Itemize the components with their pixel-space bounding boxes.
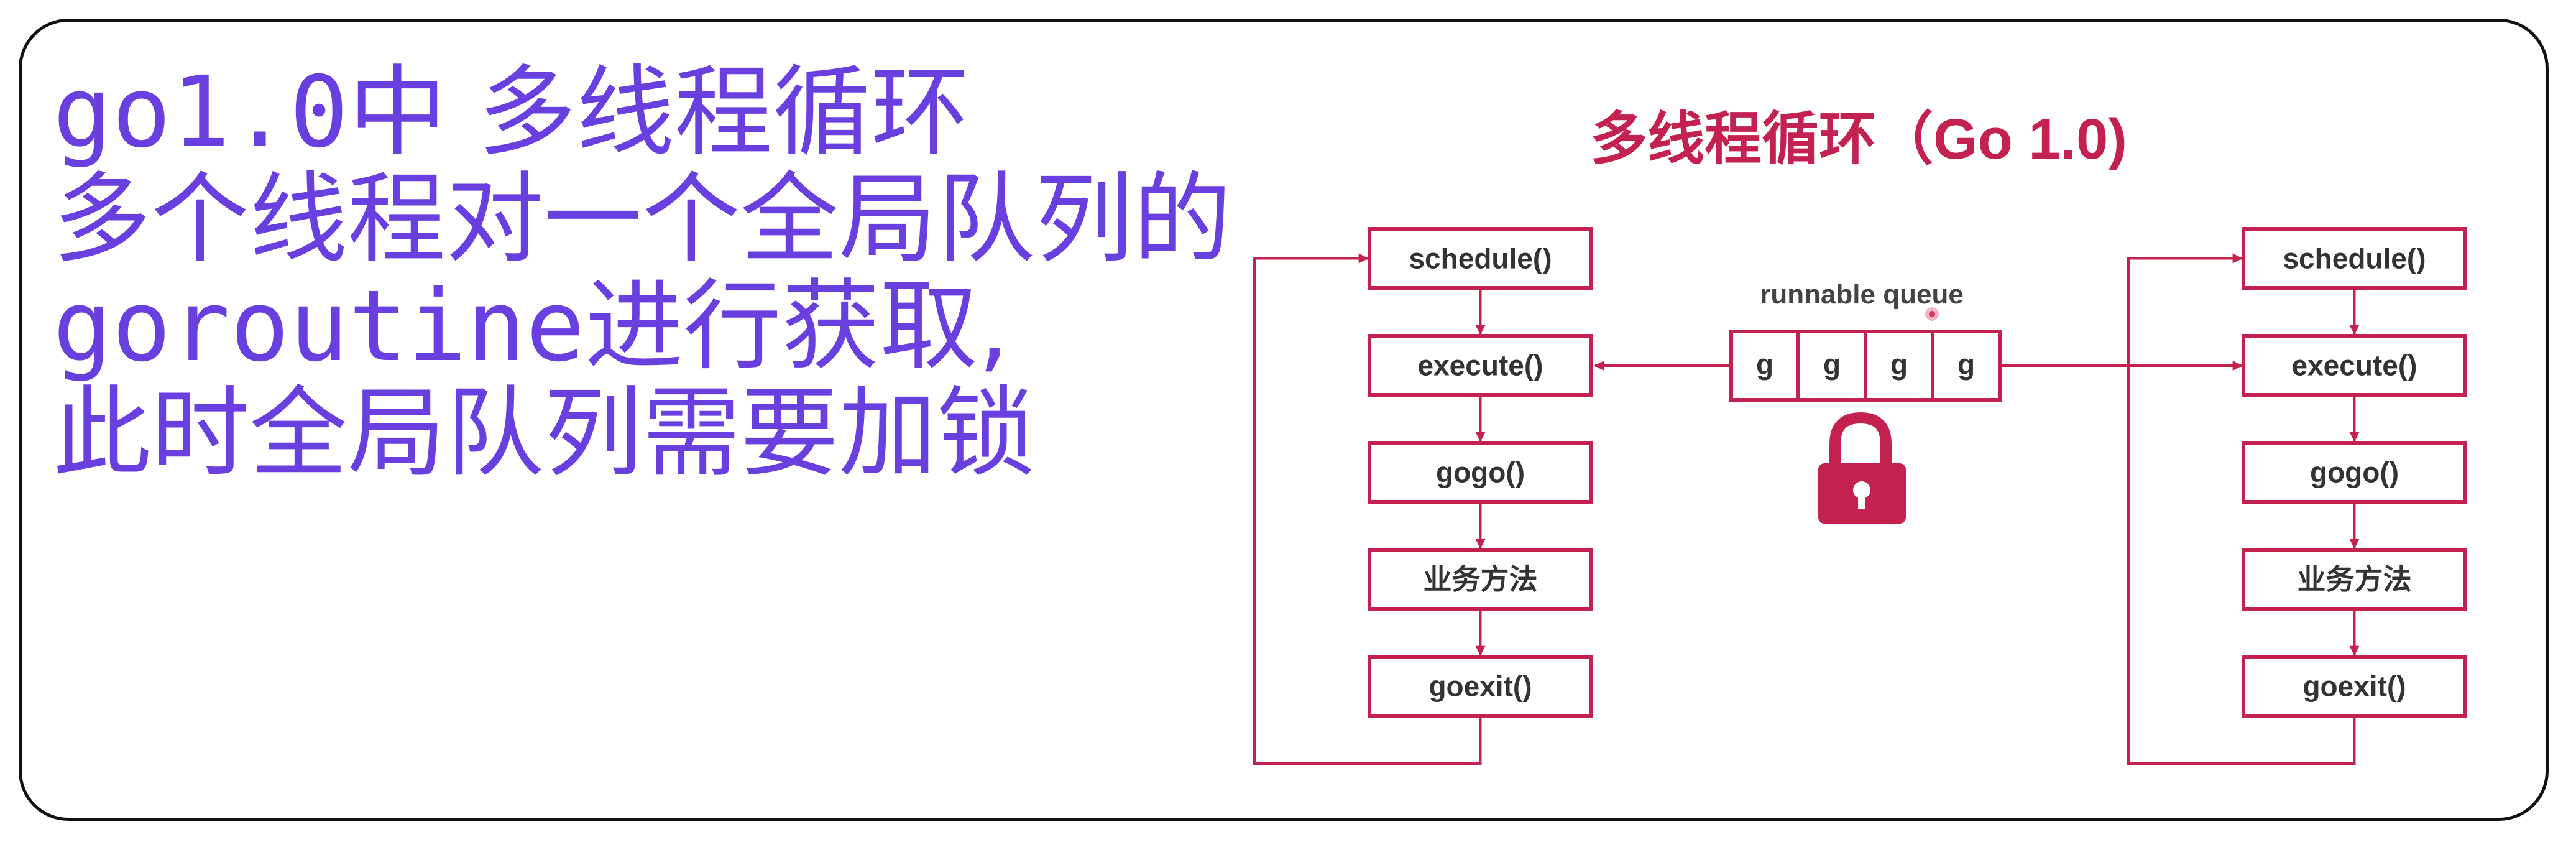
right-step-label: schedule() (2283, 243, 2426, 275)
left-step-business-method: 业务方法 (1368, 548, 1593, 611)
left-thread-loop: schedule() execute() gogo() 业务方法 goexit() (1253, 227, 1593, 765)
runnable-queue-label: runnable queue (1760, 279, 1964, 310)
padlock-icon (1818, 412, 1906, 524)
thread-loop-diagram: 多线程循环（Go 1.0) schedule() execute() gogo() 业… (1253, 108, 2467, 765)
cursor-indicator-dot (1929, 311, 1935, 317)
right-step-schedule: schedule() (2242, 227, 2467, 290)
left-step-label: schedule() (1409, 243, 1552, 275)
right-step-gogo: gogo() (2242, 441, 2467, 504)
left-step-execute: execute() (1368, 334, 1593, 397)
left-step-label: goexit() (1428, 670, 1532, 703)
right-step-execute: execute() (2242, 334, 2467, 397)
left-step-gogo: gogo() (1368, 441, 1593, 504)
left-step-goexit: goexit() (1368, 655, 1593, 718)
right-thread-loop: schedule() execute() gogo() 业务方法 goexit() (2127, 227, 2467, 765)
right-step-label: execute() (2292, 349, 2417, 382)
right-step-goexit: goexit() (2242, 655, 2467, 718)
left-step-schedule: schedule() (1368, 227, 1593, 290)
queue-cell-goroutine: g (1957, 348, 1975, 381)
right-step-label: goexit() (2302, 670, 2406, 703)
left-step-label: execute() (1418, 349, 1543, 382)
runnable-queue: gggg (1729, 330, 2002, 402)
right-step-label: 业务方法 (2298, 563, 2412, 596)
queue-cell-goroutine: g (1823, 348, 1841, 381)
right-step-business-method: 业务方法 (2242, 548, 2467, 611)
left-step-label: 业务方法 (1424, 563, 1538, 596)
queue-cell-goroutine: g (1756, 348, 1773, 381)
diagram-title: 多线程循环（Go 1.0) (1590, 108, 2127, 171)
right-step-label: gogo() (2310, 456, 2399, 489)
left-step-label: gogo() (1436, 456, 1525, 489)
queue-cell-goroutine: g (1890, 348, 1908, 381)
